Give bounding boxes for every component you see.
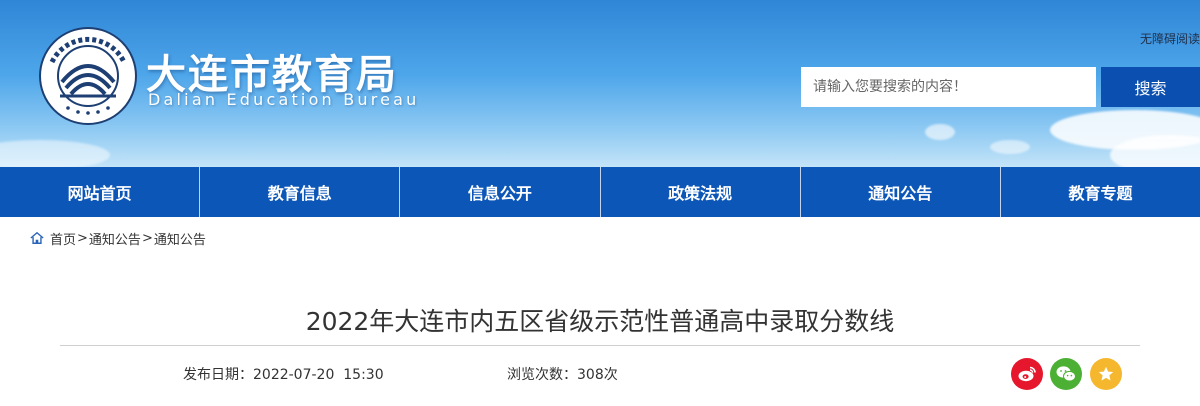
breadcrumb-current[interactable]: 通知公告 — [154, 229, 206, 248]
article-title: 2022年大连市内五区省级示范性普通高中录取分数线 — [305, 307, 895, 336]
title-divider — [60, 345, 1140, 346]
home-icon[interactable] — [30, 231, 44, 245]
nav-item-policy[interactable]: 政策法规 — [601, 167, 801, 217]
cloud-decoration — [925, 124, 955, 140]
search-button[interactable]: 搜索 — [1101, 67, 1200, 107]
main-nav: 网站首页 教育信息 信息公开 政策法规 通知公告 教育专题 — [0, 167, 1200, 217]
accessible-reading-link[interactable]: 无障碍阅读 — [1140, 30, 1200, 47]
site-header: 大连市教育局 Dalian Education Bureau 无障碍阅读 搜索 — [0, 0, 1200, 167]
site-subtitle: Dalian Education Bureau — [148, 90, 420, 109]
bureau-seal-icon[interactable] — [38, 26, 138, 126]
cloud-decoration — [990, 140, 1030, 154]
view-count-label: 浏览次数： — [507, 367, 577, 383]
cloud-decoration — [0, 140, 110, 167]
search-input[interactable] — [801, 67, 1096, 107]
weibo-icon[interactable] — [1011, 358, 1043, 390]
breadcrumb-separator: > — [141, 230, 153, 246]
view-count: 浏览次数：308次 — [507, 364, 618, 384]
nav-item-info-disclosure[interactable]: 信息公开 — [400, 167, 601, 217]
breadcrumb-home[interactable]: 首页 — [50, 229, 76, 248]
breadcrumb-notices[interactable]: 通知公告 — [89, 229, 141, 248]
publish-date: 发布日期：2022-07-20 15:30 — [183, 364, 384, 384]
view-count-value: 308次 — [577, 367, 618, 383]
nav-item-home[interactable]: 网站首页 — [0, 167, 201, 217]
publish-date-label: 发布日期： — [183, 367, 253, 383]
wechat-icon[interactable] — [1050, 358, 1082, 390]
nav-item-topics[interactable]: 教育专题 — [1001, 167, 1200, 217]
breadcrumb-separator: > — [77, 230, 88, 246]
publish-date-value: 2022-07-20 15:30 — [253, 367, 384, 383]
favorite-star-icon[interactable] — [1090, 358, 1122, 390]
breadcrumb: 首页 > 通知公告 > 通知公告 — [30, 229, 206, 248]
nav-item-notices[interactable]: 通知公告 — [801, 167, 1001, 217]
nav-item-education-info[interactable]: 教育信息 — [200, 167, 401, 217]
